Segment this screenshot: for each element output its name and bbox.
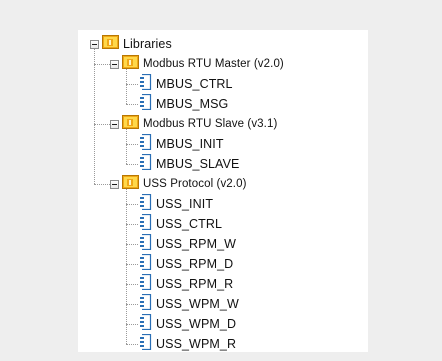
expander-library-2[interactable] — [110, 180, 119, 189]
tree-item-block[interactable]: MBUS_INIT — [140, 133, 224, 155]
program-block-icon — [140, 133, 152, 155]
expander-libraries-root[interactable] — [90, 40, 99, 49]
program-block-icon — [140, 333, 152, 353]
tree-item-label: USS_WPM_D — [156, 317, 237, 331]
tree-connector — [126, 264, 138, 265]
tree-connector — [94, 49, 95, 184]
program-block-icon — [140, 153, 152, 175]
tree-item-library-1[interactable]: Modbus RTU Slave (v3.1) — [122, 114, 277, 134]
tree-connector — [126, 144, 138, 145]
tree-item-block[interactable]: USS_WPM_D — [140, 313, 237, 335]
program-block-icon — [140, 193, 152, 215]
program-block-icon — [140, 93, 152, 115]
tree-item-label: MBUS_CTRL — [156, 77, 233, 91]
tree-item-label: USS_CTRL — [156, 217, 223, 231]
tree-connector — [126, 189, 127, 344]
tree-item-label: USS_RPM_D — [156, 257, 234, 271]
tree-item-block[interactable]: MBUS_SLAVE — [140, 153, 240, 175]
tree-item-block[interactable]: USS_RPM_W — [140, 233, 237, 255]
tree-item-block[interactable]: USS_WPM_R — [140, 333, 237, 353]
program-block-icon — [140, 73, 152, 95]
expander-library-1[interactable] — [110, 120, 119, 129]
program-block-icon — [140, 273, 152, 295]
program-block-icon — [140, 313, 152, 335]
tree-connector — [126, 204, 138, 205]
tree-connector — [126, 304, 138, 305]
tree-item-libraries-root[interactable]: Libraries — [102, 34, 172, 54]
tree-item-label: MBUS_MSG — [156, 97, 229, 111]
tree-item-label: Modbus RTU Slave (v3.1) — [143, 118, 278, 130]
tree-connector — [126, 244, 138, 245]
tree-connector — [126, 324, 138, 325]
tree-item-block[interactable]: USS_INIT — [140, 193, 214, 215]
tree-item-label: MBUS_SLAVE — [156, 157, 240, 171]
tree-item-block[interactable]: USS_WPM_W — [140, 293, 239, 315]
tree-connector — [126, 344, 138, 345]
tree-connector — [126, 84, 138, 85]
tree-item-label: Libraries — [123, 37, 172, 51]
tree-item-label: USS_WPM_W — [156, 297, 239, 311]
library-folder-icon — [122, 54, 139, 74]
tree-item-label: USS Protocol (v2.0) — [143, 178, 247, 190]
tree-item-label: USS_RPM_W — [156, 237, 237, 251]
tree-item-label: USS_RPM_R — [156, 277, 234, 291]
tree-connector — [126, 104, 138, 105]
tree-item-label: Modbus RTU Master (v2.0) — [143, 58, 284, 70]
tree-connector — [126, 164, 138, 165]
tree-item-label: MBUS_INIT — [156, 137, 224, 151]
tree-connector — [126, 129, 127, 164]
tree-item-block[interactable]: MBUS_MSG — [140, 93, 229, 115]
tree-item-label: USS_WPM_R — [156, 337, 237, 351]
tree-connector — [94, 184, 110, 185]
library-folder-icon — [102, 34, 119, 54]
tree-item-library-2[interactable]: USS Protocol (v2.0) — [122, 174, 247, 194]
expander-library-0[interactable] — [110, 60, 119, 69]
tree-item-block[interactable]: USS_RPM_D — [140, 253, 234, 275]
tree-item-block[interactable]: USS_CTRL — [140, 213, 223, 235]
program-block-icon — [140, 213, 152, 235]
tree-connector — [126, 284, 138, 285]
tree-item-label: USS_INIT — [156, 197, 214, 211]
program-block-icon — [140, 233, 152, 255]
tree-connector — [94, 124, 110, 125]
library-tree-panel: Libraries Modbus RTU Master (v2.0) MBUS_CT… — [78, 30, 368, 352]
program-block-icon — [140, 253, 152, 275]
tree-item-block[interactable]: USS_RPM_R — [140, 273, 234, 295]
library-folder-icon — [122, 114, 139, 134]
library-folder-icon — [122, 174, 139, 194]
tree-connector — [94, 64, 110, 65]
tree-item-block[interactable]: MBUS_CTRL — [140, 73, 233, 95]
tree-item-library-0[interactable]: Modbus RTU Master (v2.0) — [122, 54, 284, 74]
tree-connector — [126, 224, 138, 225]
tree-connector — [126, 69, 127, 104]
program-block-icon — [140, 293, 152, 315]
